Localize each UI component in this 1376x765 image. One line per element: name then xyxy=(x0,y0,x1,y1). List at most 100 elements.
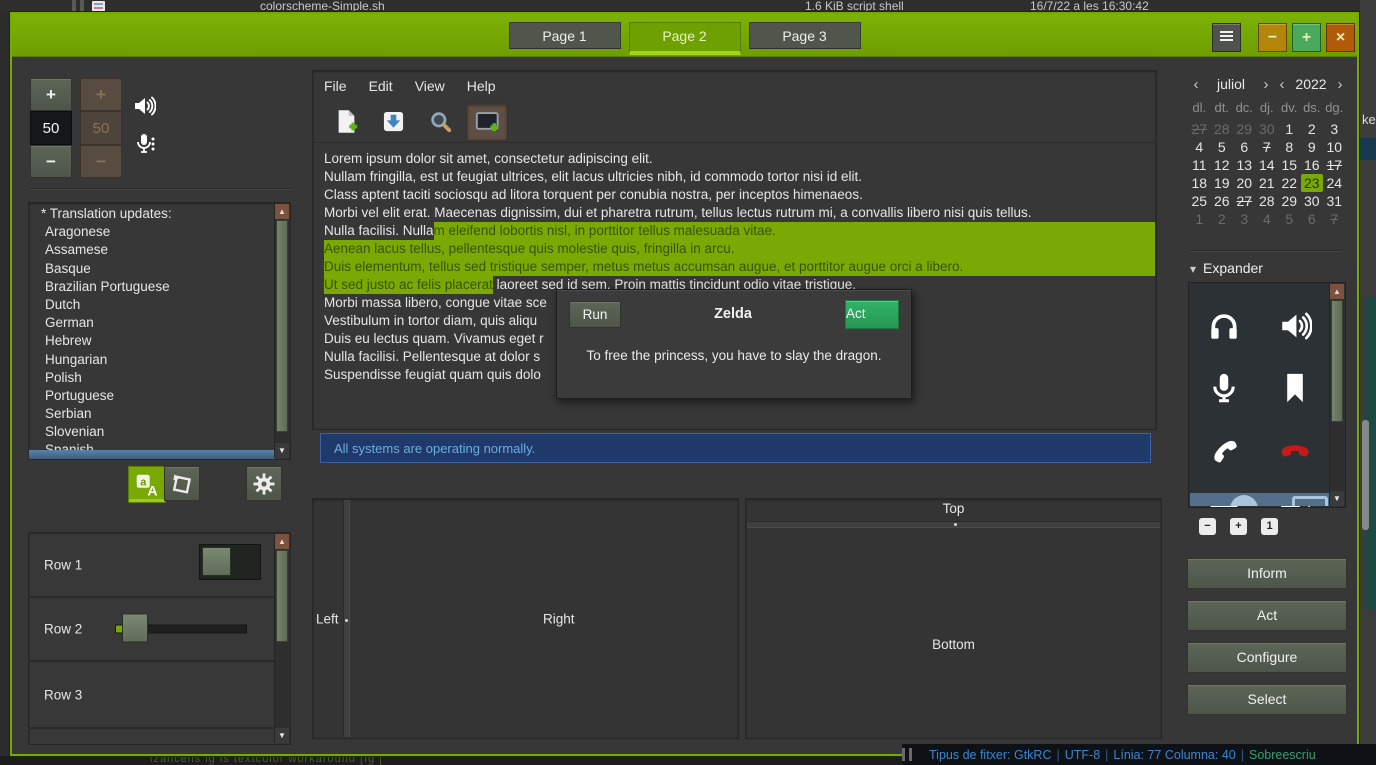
slider-handle[interactable] xyxy=(122,614,148,643)
titlebar[interactable]: Page 1Page 2Page 3 − + × xyxy=(12,14,1357,57)
phone-hangup-icon[interactable] xyxy=(1270,425,1320,475)
select-button[interactable]: Select xyxy=(1187,684,1347,715)
phone-icon[interactable] xyxy=(1199,425,1249,475)
calendar-day[interactable]: 6 xyxy=(1233,138,1256,156)
calendar-day[interactable]: 21 xyxy=(1256,174,1279,192)
scrollbar-thumb[interactable] xyxy=(276,220,288,432)
calendar-day[interactable]: 13 xyxy=(1233,156,1256,174)
list-item[interactable]: Hebrew xyxy=(29,332,275,350)
save-toolbar-button[interactable] xyxy=(372,103,414,141)
calendar-day[interactable]: 7 xyxy=(1323,210,1346,228)
calendar-day[interactable]: 19 xyxy=(1211,174,1234,192)
calendar-day[interactable]: 27 xyxy=(1188,120,1211,138)
configure-button[interactable]: Configure xyxy=(1187,642,1347,673)
spin-up-button[interactable]: + xyxy=(30,78,72,111)
calendar-day[interactable]: 1 xyxy=(1188,210,1211,228)
iconview-scrollbar[interactable]: ▲ ▼ xyxy=(1329,284,1344,506)
calendar-day[interactable]: 18 xyxy=(1188,174,1211,192)
calendar-day[interactable]: 27 xyxy=(1233,192,1256,210)
scroll-up-arrow-icon[interactable]: ▲ xyxy=(275,204,289,219)
list-row[interactable]: Row 2 xyxy=(30,598,275,662)
list-item[interactable]: Serbian xyxy=(29,405,275,423)
list-item[interactable]: Assamese xyxy=(29,241,275,259)
list-item[interactable]: German xyxy=(29,314,275,332)
calendar-day[interactable]: 22 xyxy=(1278,174,1301,192)
list-row[interactable]: Row 1 xyxy=(30,534,275,598)
calendar-day[interactable]: 20 xyxy=(1233,174,1256,192)
search-toolbar-button[interactable] xyxy=(419,103,461,141)
list-row[interactable]: Row 3 xyxy=(30,663,275,729)
calendar-day[interactable]: 28 xyxy=(1211,120,1234,138)
scroll-up-arrow-icon[interactable]: ▲ xyxy=(1330,284,1344,299)
speaker-icon[interactable] xyxy=(1270,301,1320,351)
scrollbar-thumb[interactable] xyxy=(1331,300,1343,422)
close-button[interactable]: × xyxy=(1326,23,1355,52)
prev-month-icon[interactable]: ‹ xyxy=(1188,76,1204,93)
calendar-day[interactable]: 4 xyxy=(1256,210,1279,228)
list-item[interactable]: Dutch xyxy=(29,296,275,314)
bookmark-icon[interactable] xyxy=(1270,363,1320,413)
scroll-down-arrow-icon[interactable]: ▼ xyxy=(1330,491,1344,506)
new-document-toolbar-button[interactable] xyxy=(325,103,367,141)
calendar-day[interactable]: 17 xyxy=(1323,156,1346,174)
toggle-switch[interactable] xyxy=(199,544,261,580)
list-item[interactable]: Brazilian Portuguese xyxy=(29,278,275,296)
scroll-up-arrow-icon[interactable]: ▲ xyxy=(275,534,289,549)
calendar-day[interactable]: 25 xyxy=(1188,192,1211,210)
list-partial-selected-row[interactable] xyxy=(29,450,275,459)
next-month-icon[interactable]: › xyxy=(1258,76,1274,93)
next-year-icon[interactable]: › xyxy=(1332,76,1348,93)
act-button[interactable]: Act xyxy=(1187,600,1347,631)
list-row[interactable]: Row 4 xyxy=(30,730,275,745)
calendar-day[interactable]: 30 xyxy=(1301,192,1324,210)
iconview-partial-selected-row[interactable] xyxy=(1190,493,1330,506)
run-button[interactable]: Run xyxy=(569,301,621,328)
scrollbar-thumb[interactable] xyxy=(276,550,288,642)
paned-separator-horizontal[interactable] xyxy=(747,521,1160,528)
list-item[interactable]: Polish xyxy=(29,369,275,387)
spin-down-button[interactable]: − xyxy=(30,145,72,178)
calendar-day[interactable]: 24 xyxy=(1323,174,1346,192)
calendar-day[interactable]: 26 xyxy=(1211,192,1234,210)
calendar-day[interactable]: 7 xyxy=(1256,138,1279,156)
calendar-day[interactable]: 10 xyxy=(1323,138,1346,156)
calendar-day[interactable]: 2 xyxy=(1301,120,1324,138)
calendar-day[interactable]: 6 xyxy=(1301,210,1324,228)
calendar-day[interactable]: 3 xyxy=(1323,120,1346,138)
list-item[interactable]: Portuguese xyxy=(29,387,275,405)
menu-help[interactable]: Help xyxy=(456,78,507,94)
screenshot-toolbar-button[interactable] xyxy=(466,103,508,141)
maximize-button[interactable]: + xyxy=(1292,23,1321,52)
calendar-day[interactable]: 14 xyxy=(1256,156,1279,174)
list-item[interactable]: Aragonese xyxy=(29,223,275,241)
calendar-day[interactable]: 30 xyxy=(1256,120,1279,138)
translation-list[interactable]: * Translation updates:AragoneseAssameseB… xyxy=(28,202,291,460)
calendar-day[interactable]: 3 xyxy=(1233,210,1256,228)
calendar-day[interactable]: 1 xyxy=(1278,120,1301,138)
tab-page-2[interactable]: Page 2 xyxy=(629,22,741,55)
list-item[interactable]: Slovenian xyxy=(29,423,275,441)
calendar-day[interactable]: 29 xyxy=(1233,120,1256,138)
calendar-day[interactable]: 5 xyxy=(1278,210,1301,228)
calendar-day[interactable]: 31 xyxy=(1323,192,1346,210)
microphone-icon[interactable] xyxy=(1199,363,1249,413)
inform-button[interactable]: Inform xyxy=(1187,558,1347,589)
scroll-down-arrow-icon[interactable]: ▼ xyxy=(275,728,289,743)
calendar-day[interactable]: 9 xyxy=(1301,138,1324,156)
calendar-day-selected[interactable]: 23 xyxy=(1301,174,1324,192)
settings-gear-button[interactable] xyxy=(246,466,282,501)
paste-button[interactable] xyxy=(164,466,200,501)
calendar-day[interactable]: 2 xyxy=(1211,210,1234,228)
menu-view[interactable]: View xyxy=(404,78,456,94)
tab-page-3[interactable]: Page 3 xyxy=(749,22,861,49)
mini-button-one[interactable]: 1 xyxy=(1261,518,1278,535)
spin-value[interactable]: 50 xyxy=(30,111,72,145)
menu-edit[interactable]: Edit xyxy=(358,78,404,94)
calendar-day[interactable]: 29 xyxy=(1278,192,1301,210)
calendar-day[interactable]: 4 xyxy=(1188,138,1211,156)
scroll-down-arrow-icon[interactable]: ▼ xyxy=(275,443,289,458)
list-scrollbar[interactable]: ▲ ▼ xyxy=(274,204,289,458)
expander[interactable]: Expander xyxy=(1190,260,1263,276)
paned-separator-vertical[interactable] xyxy=(343,500,350,737)
tab-page-1[interactable]: Page 1 xyxy=(509,22,621,49)
